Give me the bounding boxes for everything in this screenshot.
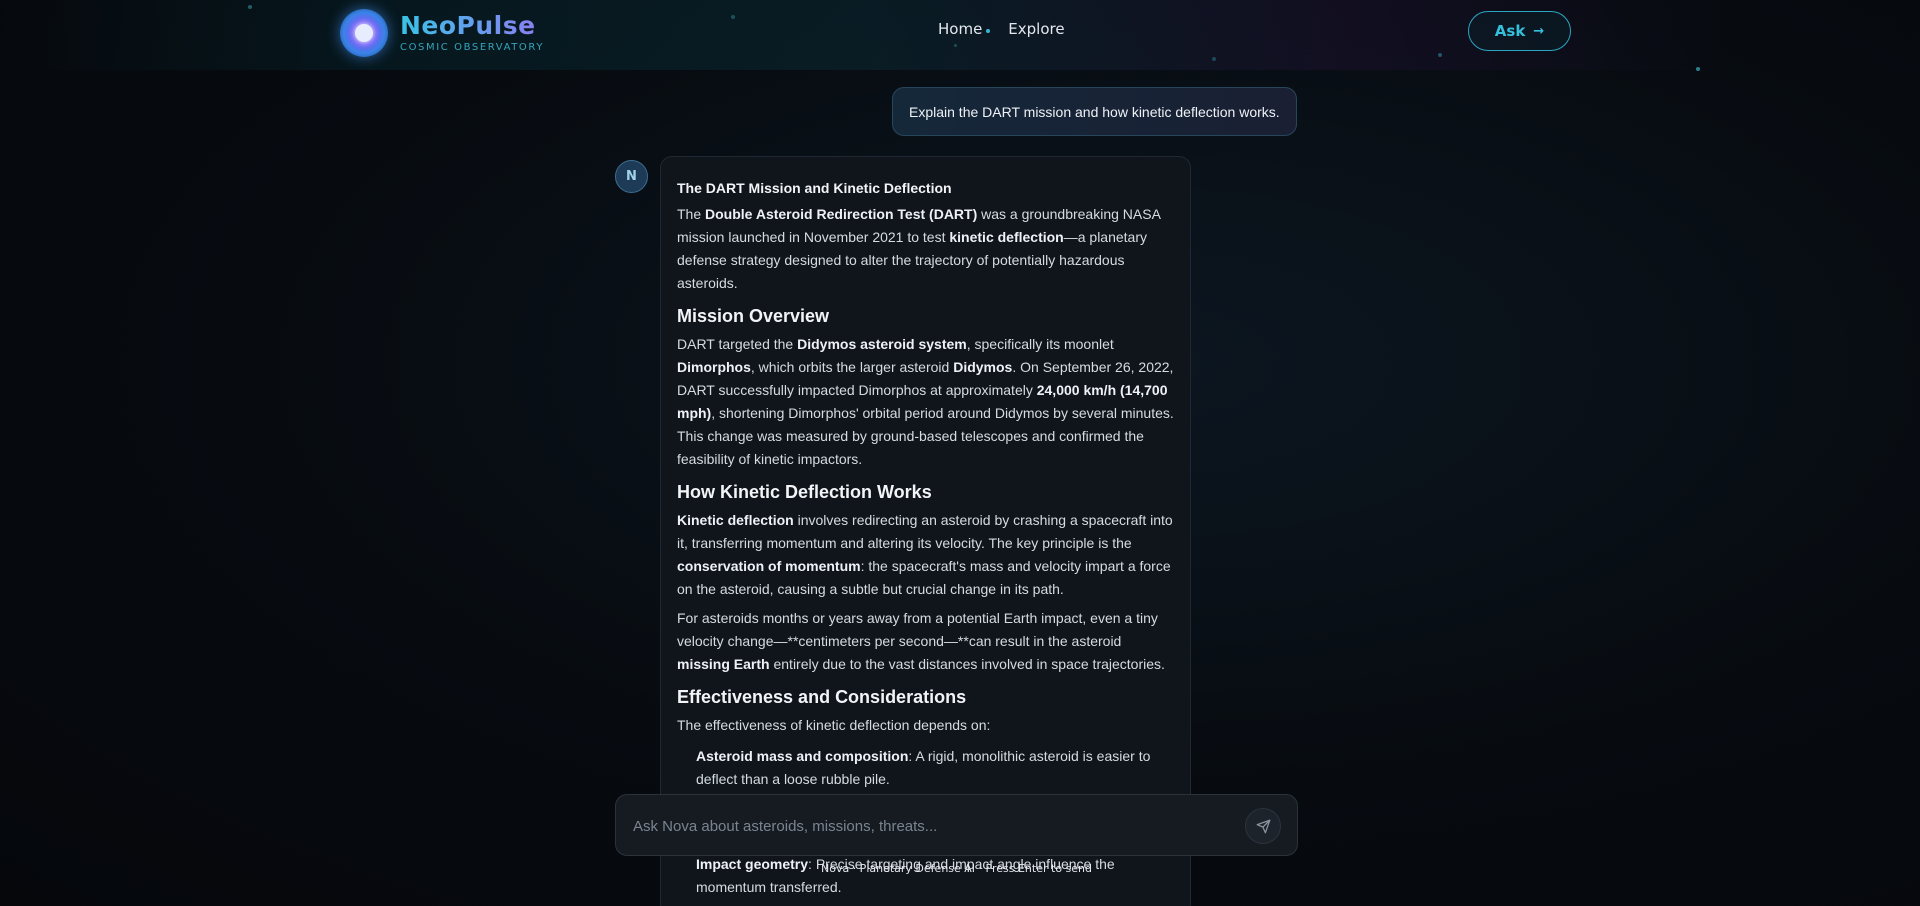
active-dot-icon bbox=[986, 29, 991, 33]
heading-how-it-works: How Kinetic Deflection Works bbox=[677, 482, 932, 502]
answer-overview: DART targeted the Didymos asteroid syste… bbox=[677, 336, 1174, 467]
ask-button-label: Ask bbox=[1494, 22, 1526, 40]
nav-home-link[interactable]: Home bbox=[938, 20, 991, 38]
assistant-avatar: N bbox=[615, 160, 648, 193]
composer-hint: Nova · Planetary Defense AI · Press Ente… bbox=[820, 862, 1092, 875]
answer-title: The DART Mission and Kinetic Deflection bbox=[677, 180, 952, 196]
composer bbox=[615, 794, 1298, 856]
chat-input[interactable] bbox=[633, 814, 1233, 838]
main-nav: Home Explore bbox=[938, 20, 1065, 38]
user-message-text: Explain the DART mission and how kinetic… bbox=[909, 103, 1280, 120]
answer-works: Kinetic deflection involves redirecting … bbox=[677, 512, 1173, 597]
planet-logo-icon bbox=[340, 9, 388, 57]
arrow-right-icon: → bbox=[1533, 23, 1545, 39]
brand-name: NeoPulse bbox=[400, 13, 544, 38]
heading-effectiveness: Effectiveness and Considerations bbox=[677, 687, 967, 707]
user-message: Explain the DART mission and how kinetic… bbox=[892, 87, 1297, 136]
ask-button[interactable]: Ask → bbox=[1468, 11, 1571, 51]
heading-mission-overview: Mission Overview bbox=[677, 306, 830, 326]
answer-effect-intro: The effectiveness of kinetic deflection … bbox=[677, 717, 991, 733]
paper-plane-icon bbox=[1256, 819, 1270, 833]
send-button[interactable] bbox=[1245, 808, 1281, 844]
list-item: Impact geometry: Precise targeting and i… bbox=[696, 856, 1115, 895]
site-header: NeoPulse COSMIC OBSERVATORY Home Explore… bbox=[0, 0, 1920, 70]
nav-explore-link[interactable]: Explore bbox=[1008, 20, 1064, 38]
brand-subtitle: COSMIC OBSERVATORY bbox=[400, 42, 545, 53]
brand[interactable]: NeoPulse COSMIC OBSERVATORY bbox=[340, 8, 544, 58]
answer-intro: The Double Asteroid Redirection Test (DA… bbox=[677, 206, 1161, 291]
list-item: Asteroid mass and composition: A rigid, … bbox=[696, 748, 1151, 787]
answer-works-2: For asteroids months or years away from … bbox=[677, 610, 1165, 672]
